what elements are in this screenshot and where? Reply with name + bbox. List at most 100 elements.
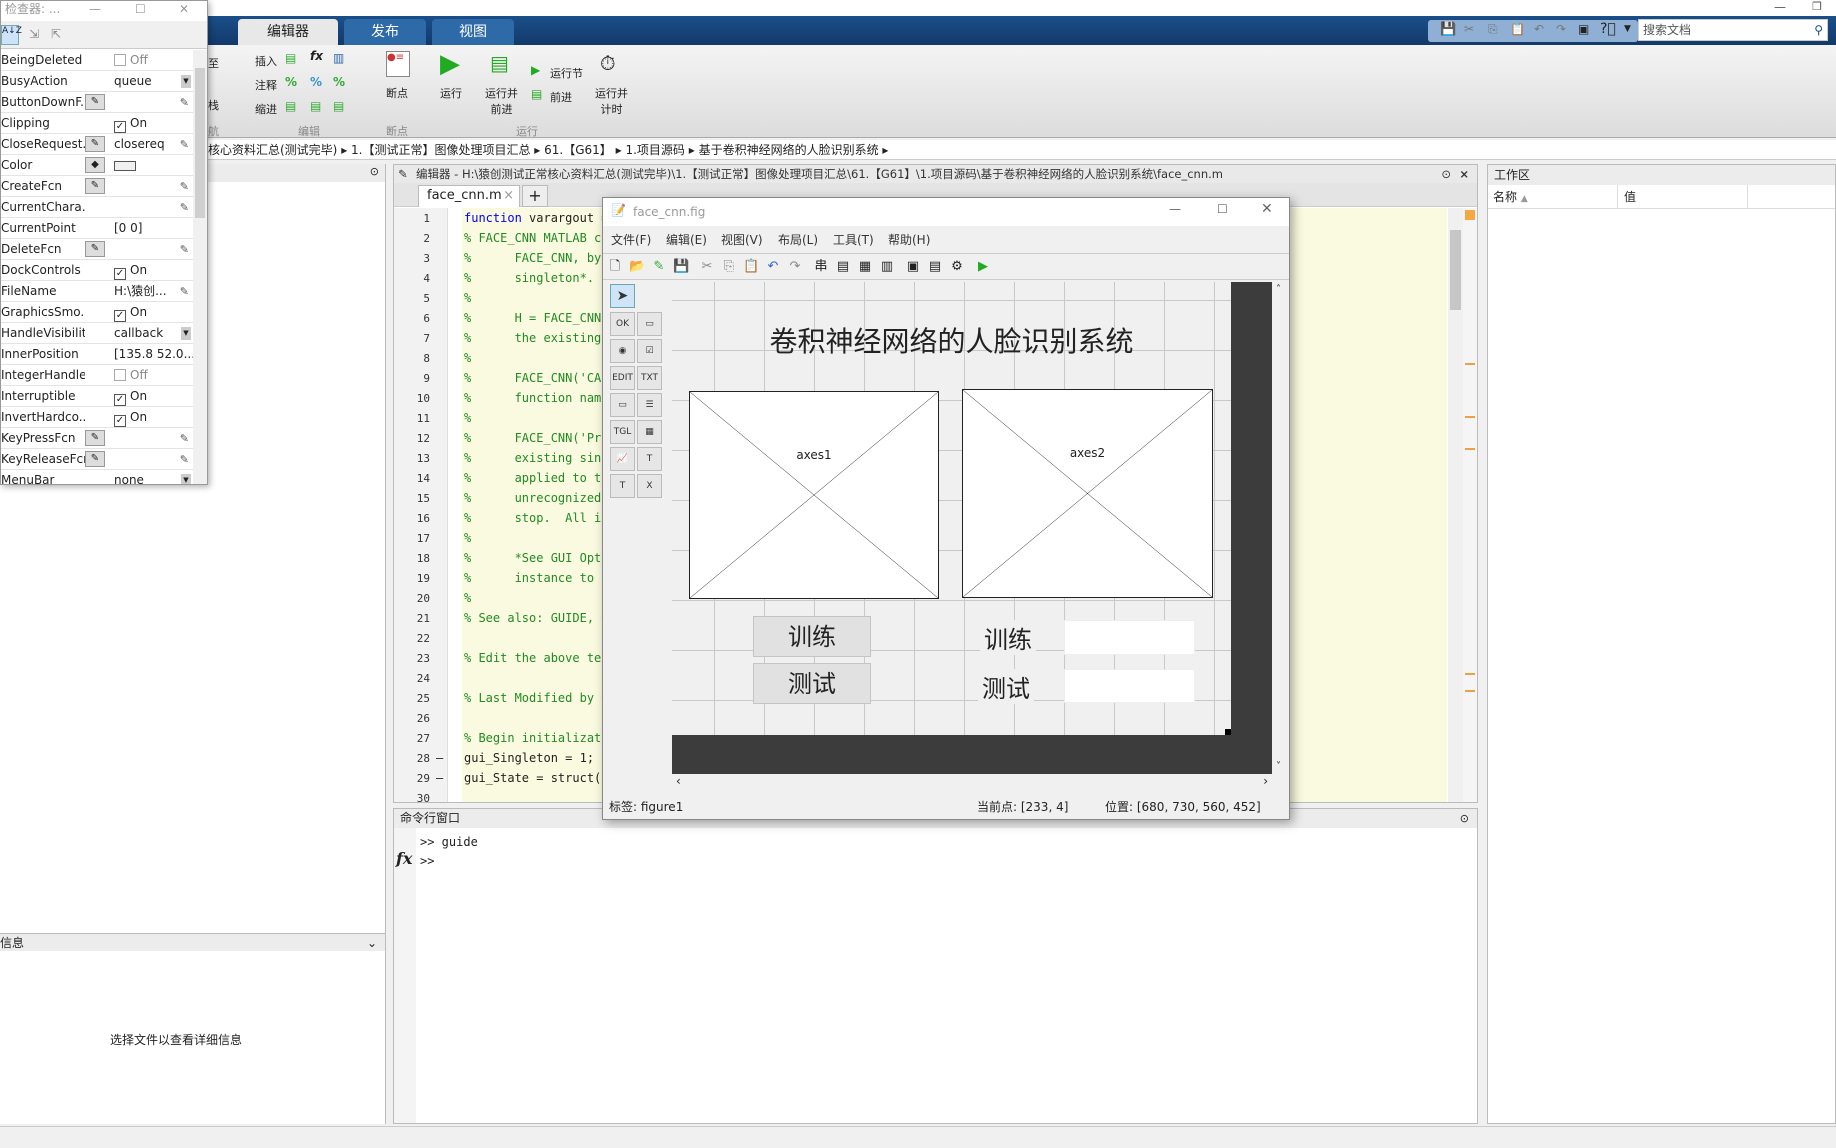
line-number[interactable]: 15 (394, 489, 430, 509)
palette-component-icon[interactable]: ▦ (637, 420, 662, 444)
warning-marker[interactable] (1465, 416, 1475, 418)
property-row[interactable]: Interruptible ✓ On (1, 386, 193, 407)
run-section-icon[interactable]: ▶ (531, 63, 540, 77)
close-icon[interactable]: ✕ (1261, 201, 1273, 217)
color-swatch[interactable] (114, 161, 136, 171)
dropdown-icon[interactable]: ▼ (181, 75, 191, 88)
line-number[interactable]: 4 (394, 269, 430, 289)
copy-icon[interactable]: ⎘ (1488, 22, 1498, 37)
line-number[interactable]: 22 (394, 629, 430, 649)
run-icon[interactable]: ▶ (440, 49, 460, 79)
line-number[interactable]: 3 (394, 249, 430, 269)
dropdown-icon[interactable]: ▼ (181, 327, 191, 340)
palette-component-icon[interactable]: OK (610, 312, 635, 336)
close-icon[interactable]: × (1459, 165, 1469, 183)
redo-icon[interactable]: ↷ (787, 259, 803, 275)
warning-marker[interactable] (1465, 673, 1475, 675)
property-value[interactable]: H:\猿创... (114, 281, 167, 302)
switch-windows-icon[interactable]: ▣ (1578, 22, 1589, 36)
close-tab-icon[interactable]: × (503, 186, 514, 206)
cut-icon[interactable]: ✂ (699, 259, 715, 275)
save-icon[interactable]: 💾 (673, 259, 689, 275)
align-icon[interactable]: 串 (813, 259, 829, 275)
edit-pencil-icon[interactable]: ✎ (180, 449, 189, 470)
line-number[interactable]: 27 (394, 729, 430, 749)
palette-component-icon[interactable]: TGL (610, 420, 635, 444)
command-prompt[interactable]: >> (420, 854, 434, 868)
uncomment-icon[interactable]: % (310, 75, 322, 89)
breakpoint-dash[interactable]: – (436, 748, 443, 768)
property-value[interactable]: closereq (114, 134, 165, 155)
figure-area[interactable]: 卷积神经网络的人脸识别系统 axes1 axes2 训练 测试 训练 测试 (672, 282, 1231, 735)
property-row[interactable]: InvertHardco... ✓ On (1, 407, 193, 428)
line-number[interactable]: 1 (394, 209, 430, 229)
palette-component-icon[interactable]: EDIT (610, 366, 635, 390)
tab-editor[interactable]: 编辑器 (238, 19, 338, 45)
run-figure-icon[interactable]: ▶ (975, 259, 991, 275)
sort-alphabetical-icon[interactable]: A↓Z (1, 25, 22, 45)
tab-face-cnn-m[interactable]: face_cnn.m × (418, 185, 520, 207)
menu-view[interactable]: 视图(V) (721, 231, 763, 248)
advance-button[interactable]: 前进 (550, 89, 572, 105)
comment-label[interactable]: 注释 (255, 77, 277, 93)
scroll-right-icon[interactable]: › (1263, 774, 1268, 788)
line-number[interactable]: 20 (394, 589, 430, 609)
edit-icon[interactable]: ✎ (651, 259, 667, 275)
callback-icon[interactable]: ✎ (85, 241, 105, 257)
paste-icon[interactable]: 📋 (743, 259, 759, 275)
property-row[interactable]: CreateFcn ✎ ✎ (1, 176, 193, 197)
line-number[interactable]: 18 (394, 549, 430, 569)
new-tab-button[interactable]: + (522, 185, 548, 207)
new-icon[interactable]: 🗋 (607, 259, 623, 275)
menu-layout[interactable]: 布局(L) (778, 231, 818, 248)
property-row[interactable]: FileName H:\猿创... ✎ (1, 281, 193, 302)
train-button[interactable]: 训练 (753, 616, 871, 657)
line-number[interactable]: 6 (394, 309, 430, 329)
line-number[interactable]: 30 (394, 789, 430, 809)
run-advance-icon[interactable]: ▤ (490, 51, 509, 75)
axes2[interactable]: axes2 (962, 389, 1213, 598)
test-button[interactable]: 测试 (753, 663, 871, 704)
callback-icon[interactable]: ✎ (85, 94, 105, 110)
insert-label[interactable]: 插入 (255, 53, 277, 69)
tab-view[interactable]: 视图 (432, 19, 514, 45)
property-value[interactable]: none (114, 470, 144, 484)
train-result-edit[interactable] (1064, 620, 1195, 655)
palette-component-icon[interactable]: ☰ (637, 393, 662, 417)
line-number[interactable]: 24 (394, 669, 430, 689)
decrease-indent-icon[interactable]: ▤ (333, 99, 344, 113)
line-number[interactable]: 26 (394, 709, 430, 729)
chevron-down-icon[interactable]: ▼ (1624, 24, 1631, 34)
run-and-advance-button[interactable]: 运行并 前进 (485, 85, 518, 117)
help-icon[interactable]: ?⃝ (1600, 21, 1616, 37)
cut-icon[interactable]: ✂ (1464, 22, 1474, 36)
toolbar-editor-icon[interactable]: ▥ (879, 259, 895, 275)
fx-icon[interactable]: fx (310, 49, 323, 63)
edit-pencil-icon[interactable]: ✎ (180, 281, 189, 302)
checkbox[interactable]: ✓ On (114, 302, 147, 323)
line-number[interactable]: 2 (394, 229, 430, 249)
property-value[interactable]: queue (114, 71, 152, 92)
property-inspector-icon[interactable]: ▤ (927, 259, 943, 275)
restore-icon[interactable]: ❐ (1812, 0, 1822, 13)
minimize-icon[interactable]: — (1774, 0, 1786, 14)
comment-icon[interactable]: % (285, 75, 297, 89)
smart-indent-icon[interactable]: ▤ (285, 99, 296, 113)
property-row[interactable]: DockControls ✓ On (1, 260, 193, 281)
undo-icon[interactable]: ↶ (1534, 22, 1544, 36)
goto-item[interactable]: 至 (208, 55, 219, 71)
vertical-scrollbar[interactable] (1448, 208, 1463, 802)
search-icon[interactable]: ⚲ (1814, 20, 1823, 40)
maximize-icon[interactable]: ☐ (1217, 202, 1228, 216)
search-documentation-input[interactable]: 搜索文档 ⚲ (1638, 19, 1828, 41)
property-row[interactable]: GraphicsSmo... ✓ On (1, 302, 193, 323)
checkbox[interactable]: ✓ On (114, 386, 147, 407)
scroll-down-icon[interactable]: ˅ (1276, 761, 1281, 772)
axes1[interactable]: axes1 (689, 391, 939, 599)
breakpoints-button[interactable]: 断点 (386, 85, 408, 101)
palette-component-icon[interactable]: X (637, 474, 662, 498)
property-row[interactable]: MenuBar none ▼ (1, 470, 193, 484)
horizontal-scrollbar[interactable]: ‹ › (672, 774, 1272, 792)
breakpoint-dash[interactable]: – (436, 768, 443, 788)
line-number[interactable]: 9 (394, 369, 430, 389)
